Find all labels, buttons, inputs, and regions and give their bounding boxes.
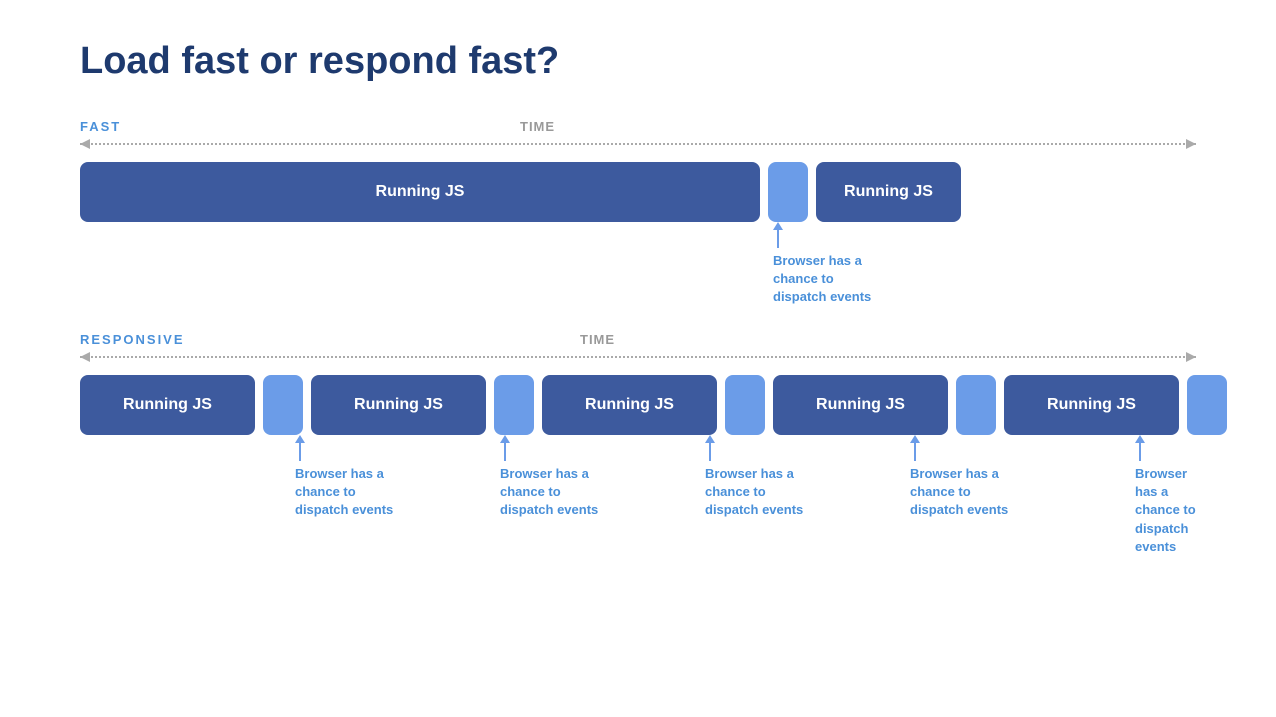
responsive-label: RESPONSIVE: [80, 332, 185, 347]
resp-annotation-1: Browser has a chance to dispatch events: [295, 435, 393, 520]
resp-ann4-line: [914, 443, 916, 461]
responsive-timeline-arrow: [80, 349, 1196, 365]
resp-js-block-4: Running JS: [773, 375, 948, 435]
resp-js-block-1: Running JS: [80, 375, 255, 435]
resp-ann5-head: [1135, 435, 1145, 443]
resp-ann3-arrow: [705, 435, 715, 461]
responsive-arrow-line: [80, 356, 1196, 358]
resp-ann4-text: Browser has a chance to dispatch events: [910, 465, 1008, 520]
resp-annotation-4: Browser has a chance to dispatch events: [910, 435, 1008, 520]
responsive-time-label: TIME: [580, 332, 615, 347]
resp-ann3-line: [709, 443, 711, 461]
resp-ann5-text: Browser has a chance to dispatch events: [1135, 465, 1196, 556]
resp-small-2: [494, 375, 534, 435]
resp-ann1-text: Browser has a chance to dispatch events: [295, 465, 393, 520]
fast-arrow-up-line: [777, 230, 779, 248]
fast-section: FAST TIME Running JS Running JS Browser …: [80, 119, 1196, 312]
fast-js-block-1: Running JS: [80, 162, 760, 222]
fast-section-labels: FAST TIME: [80, 119, 1196, 134]
resp-ann5-line: [1139, 443, 1141, 461]
responsive-section-labels: RESPONSIVE TIME: [80, 332, 1196, 347]
fast-timeline-arrow: [80, 136, 1196, 152]
fast-js-block-small: [768, 162, 808, 222]
resp-small-4: [956, 375, 996, 435]
resp-ann4-head: [910, 435, 920, 443]
resp-ann1-line: [299, 443, 301, 461]
responsive-annotations: Browser has a chance to dispatch events …: [80, 435, 1196, 525]
fast-label: FAST: [80, 119, 121, 134]
resp-js-block-3: Running JS: [542, 375, 717, 435]
fast-arrow-head: [1186, 139, 1196, 149]
resp-annotation-5: Browser has a chance to dispatch events: [1135, 435, 1196, 556]
responsive-section: RESPONSIVE TIME Running JS Running JS Ru…: [80, 332, 1196, 525]
responsive-arrow-head: [1186, 352, 1196, 362]
fast-annotation-container: Browser has a chance to dispatch events: [80, 222, 1196, 312]
resp-ann2-text: Browser has a chance to dispatch events: [500, 465, 598, 520]
fast-annotation-text: Browser has a chance to dispatch events: [773, 252, 871, 307]
resp-ann2-head: [500, 435, 510, 443]
resp-js-block-2: Running JS: [311, 375, 486, 435]
page-title: Load fast or respond fast?: [80, 40, 1196, 83]
fast-js-block-2: Running JS: [816, 162, 961, 222]
fast-annotation: Browser has a chance to dispatch events: [773, 222, 871, 307]
resp-annotation-3: Browser has a chance to dispatch events: [705, 435, 803, 520]
responsive-blocks-row: Running JS Running JS Running JS Running…: [80, 375, 1196, 435]
resp-ann5-arrow: [1135, 435, 1145, 461]
resp-ann2-line: [504, 443, 506, 461]
resp-small-3: [725, 375, 765, 435]
fast-arrow-up-head: [773, 222, 783, 230]
fast-annotation-arrow: [773, 222, 783, 248]
fast-arrow-line: [80, 143, 1196, 145]
fast-time-label: TIME: [520, 119, 555, 134]
resp-ann2-arrow: [500, 435, 510, 461]
resp-ann3-head: [705, 435, 715, 443]
resp-ann1-arrow: [295, 435, 305, 461]
resp-ann1-head: [295, 435, 305, 443]
resp-small-1: [263, 375, 303, 435]
resp-ann3-text: Browser has a chance to dispatch events: [705, 465, 803, 520]
resp-annotation-2: Browser has a chance to dispatch events: [500, 435, 598, 520]
resp-js-block-5: Running JS: [1004, 375, 1179, 435]
fast-blocks-row: Running JS Running JS: [80, 162, 1196, 222]
resp-ann4-arrow: [910, 435, 920, 461]
resp-small-5: [1187, 375, 1227, 435]
